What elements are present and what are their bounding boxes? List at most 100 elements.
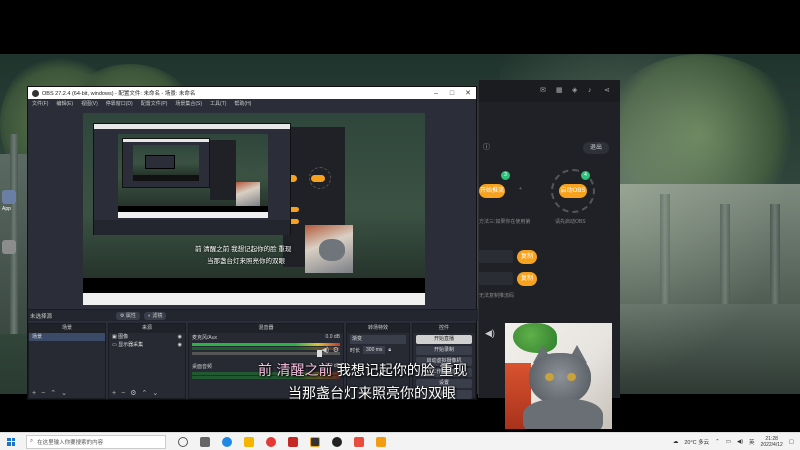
menu-docks[interactable]: 停靠窗口(D) bbox=[106, 100, 133, 107]
menu-scene-collection[interactable]: 场景集合(S) bbox=[175, 100, 202, 107]
stream-key-field[interactable] bbox=[479, 272, 513, 285]
properties-button[interactable]: ⚙ 属性 bbox=[116, 312, 140, 320]
scenes-dock-header: 场景 bbox=[29, 324, 105, 333]
remove-source-button[interactable]: − bbox=[121, 390, 125, 397]
source-list-item[interactable]: ▭ 显示器采集 ◉ bbox=[109, 341, 185, 349]
gear-icon[interactable]: ⚙ bbox=[333, 346, 339, 354]
gift-icon[interactable]: ✉ bbox=[540, 87, 548, 95]
orange-app-icon[interactable] bbox=[376, 436, 386, 447]
sources-dock: 来源 ▣ 图像 ◉ ▭ 显示器采集 ◉ + − ⚙ ⌃ ⌄ bbox=[108, 323, 186, 399]
obs-source-toolbar: 未选择源 ⚙ 属性 ◐ 滤镜 bbox=[28, 309, 478, 321]
transition-type-select[interactable]: 渐变 bbox=[350, 335, 406, 344]
tag-icon[interactable]: ◈ bbox=[572, 87, 580, 95]
lyric-line-1: 前 清醒之前 我想记起你的脸 重现 bbox=[258, 360, 467, 380]
mic-icon[interactable]: ◀) bbox=[485, 328, 495, 339]
copy-fail-hint: 无法复制推流码 bbox=[479, 293, 515, 299]
scene-list-item[interactable]: 场景 bbox=[29, 333, 105, 341]
maximize-button[interactable]: □ bbox=[444, 90, 460, 97]
server-url-field[interactable] bbox=[479, 250, 513, 263]
taskbar-search-placeholder: 在这里输入你要搜索的内容 bbox=[37, 439, 104, 446]
weather-text[interactable]: 20°C 多云 bbox=[684, 438, 709, 446]
taskbar-search-box[interactable]: ⌕ 在这里输入你要搜索的内容 bbox=[26, 434, 166, 449]
source-properties-icon[interactable]: ⚙ bbox=[130, 389, 136, 397]
mic-volume-slider[interactable] bbox=[192, 350, 340, 357]
transitions-dock-header: 转场特效 bbox=[347, 324, 409, 333]
scenes-dock: 场景 场景 + − ⌃ ⌄ bbox=[28, 323, 106, 399]
copy-server-button[interactable]: 复制 bbox=[517, 250, 537, 264]
obs-title: OBS 27.2.4 (64-bit, windows) - 配置文件: 未命名… bbox=[42, 91, 196, 97]
menu-help[interactable]: 帮助(H) bbox=[234, 100, 251, 107]
network-icon[interactable]: ▭ bbox=[726, 439, 731, 445]
source-list-item[interactable]: ▣ 图像 ◉ bbox=[109, 333, 185, 341]
system-tray: ☁ 20°C 多云 ⌃ ▭ ◀) 英 21:28 2022/4/12 ▢ bbox=[673, 436, 800, 448]
add-scene-button[interactable]: + bbox=[32, 390, 36, 397]
start-recording-button[interactable]: 开始录制 bbox=[416, 346, 472, 355]
file-explorer-icon[interactable] bbox=[244, 436, 254, 447]
menu-view[interactable]: 视图(V) bbox=[81, 100, 98, 107]
eye-icon[interactable]: ◉ bbox=[178, 341, 182, 349]
no-source-selected-label: 未选择源 bbox=[30, 314, 53, 320]
exit-button[interactable]: 退出 bbox=[583, 142, 609, 154]
duration-label: 时长 bbox=[350, 347, 361, 354]
game-app-icon[interactable] bbox=[354, 436, 364, 447]
menu-edit[interactable]: 编辑(E) bbox=[56, 100, 73, 107]
share-icon[interactable]: ⋖ bbox=[604, 87, 612, 95]
obs-taskbar-icon[interactable] bbox=[332, 436, 342, 447]
menu-file[interactable]: 文件(F) bbox=[32, 100, 48, 107]
netease-music-icon[interactable] bbox=[266, 436, 276, 447]
lyric-line-2: 当那盏台灯来照亮你的双眼 bbox=[288, 386, 456, 402]
task-view-icon[interactable] bbox=[200, 436, 210, 447]
desktop-file-icon[interactable] bbox=[2, 240, 16, 254]
live-app-taskbar-icon[interactable] bbox=[310, 436, 320, 447]
ime-indicator[interactable]: 英 bbox=[749, 438, 755, 446]
close-button[interactable]: ✕ bbox=[460, 89, 476, 97]
obs-preview-canvas[interactable]: 前 清醒之前 我想记起你的脸 重现 当那盏台灯来照亮你的双眼 bbox=[83, 113, 425, 305]
scenes-dock-footer: + − ⌃ ⌄ bbox=[29, 388, 105, 398]
minimize-button[interactable]: – bbox=[428, 90, 444, 97]
menu-tools[interactable]: 工具(T) bbox=[210, 100, 226, 107]
lock-icon: 🔒︎ bbox=[388, 347, 392, 353]
notification-icon[interactable]: ▢ bbox=[789, 439, 794, 445]
step4-badge: 4 bbox=[581, 171, 590, 180]
obs-window: OBS 27.2.4 (64-bit, windows) - 配置文件: 未命名… bbox=[27, 86, 478, 400]
search-icon: ⌕ bbox=[30, 438, 34, 444]
launch-obs-button[interactable]: 启动OBS bbox=[559, 184, 587, 198]
controls-dock-header: 控件 bbox=[413, 324, 475, 333]
cortana-icon[interactable] bbox=[178, 436, 188, 447]
windows-taskbar: ⌕ 在这里输入你要搜索的内容 ☁ 20°C 多云 ⌃ ▭ ◀) 英 21:28 … bbox=[0, 432, 800, 450]
live-app-titlebar: ✉ ▦ ◈ ♪ ⋖ bbox=[479, 80, 620, 102]
start-button[interactable] bbox=[4, 435, 18, 449]
red-app-icon[interactable] bbox=[288, 436, 298, 447]
duration-input[interactable]: 300 ms bbox=[363, 346, 386, 354]
move-scene-down-button[interactable]: ⌄ bbox=[61, 389, 67, 397]
calendar-icon[interactable]: ▦ bbox=[556, 87, 564, 95]
volume-icon[interactable]: ◀) bbox=[737, 439, 743, 445]
lyric-line-1-sung: 前 清醒之前 bbox=[258, 363, 333, 379]
obs-menubar: 文件(F) 编辑(E) 视图(V) 停靠窗口(D) 配置文件(P) 场景集合(S… bbox=[28, 99, 476, 108]
move-scene-up-button[interactable]: ⌃ bbox=[50, 389, 56, 397]
desktop-app-icon[interactable] bbox=[2, 190, 16, 204]
lyric-line-1-rest: 我想记起你的脸 重现 bbox=[332, 363, 468, 379]
add-source-button[interactable]: + bbox=[112, 390, 116, 397]
menu-profile[interactable]: 配置文件(P) bbox=[141, 100, 168, 107]
mixer-dock-header: 混音器 bbox=[189, 324, 343, 333]
bell-icon[interactable]: ♪ bbox=[588, 87, 596, 95]
move-source-up-button[interactable]: ⌃ bbox=[141, 389, 147, 397]
eye-icon[interactable]: ◉ bbox=[178, 333, 182, 341]
filters-button[interactable]: ◐ 滤镜 bbox=[144, 312, 167, 320]
method-hint: 方法三:如果你在使用第 bbox=[479, 219, 531, 225]
start-streaming-button[interactable]: 开始直播 bbox=[416, 335, 472, 344]
tray-arrow-icon[interactable]: ⌃ bbox=[715, 439, 720, 445]
speaker-icon[interactable]: ◀) bbox=[321, 346, 329, 354]
mic-level-meter bbox=[192, 343, 340, 346]
info-icon: ⓘ bbox=[483, 144, 490, 151]
move-source-down-button[interactable]: ⌄ bbox=[152, 389, 158, 397]
taskbar-clock[interactable]: 21:28 2022/4/12 bbox=[761, 436, 783, 448]
preview-lyric-line1: 前 清醒之前 我想记起你的脸 重现 bbox=[195, 246, 292, 253]
start-stream-step-button[interactable]: 开始推流 bbox=[479, 184, 505, 198]
obs-logo-icon bbox=[32, 89, 39, 97]
remove-scene-button[interactable]: − bbox=[41, 390, 45, 397]
edge-icon[interactable] bbox=[222, 436, 232, 447]
weather-icon[interactable]: ☁ bbox=[673, 439, 679, 445]
copy-key-button[interactable]: 复制 bbox=[517, 272, 537, 286]
